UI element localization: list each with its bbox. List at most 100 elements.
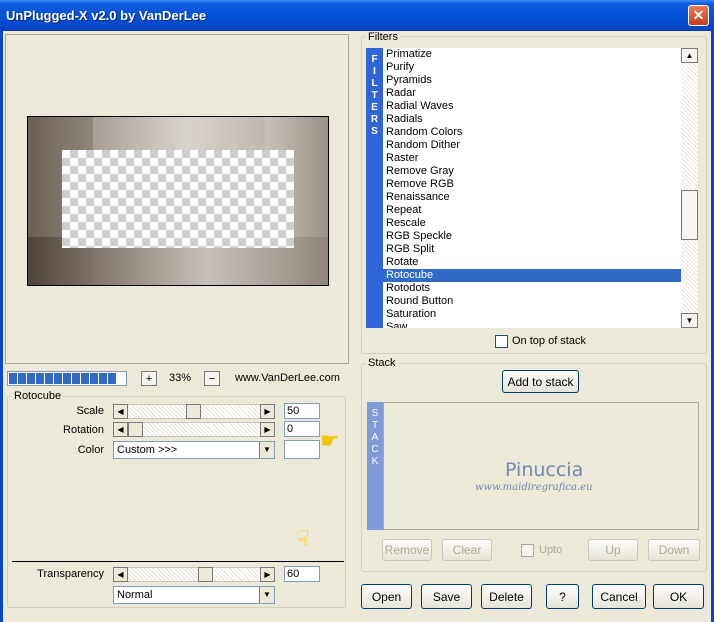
- window-frame-left: [0, 31, 3, 622]
- filter-item[interactable]: Repeat: [383, 204, 681, 217]
- slider-left-arrow-icon[interactable]: ◀: [113, 422, 128, 437]
- open-button[interactable]: Open: [361, 584, 412, 609]
- filter-item[interactable]: Rescale: [383, 217, 681, 230]
- filter-item[interactable]: Radial Waves: [383, 100, 681, 113]
- upto-checkbox[interactable]: [521, 544, 534, 557]
- slider-right-arrow-icon[interactable]: ▶: [260, 567, 275, 582]
- watermark-site: www.maidiregrafica.eu: [475, 482, 593, 493]
- filter-item[interactable]: Random Dither: [383, 139, 681, 152]
- filter-item[interactable]: Saturation: [383, 308, 681, 321]
- transparency-value[interactable]: 60: [284, 566, 320, 582]
- progress-segment: [108, 373, 116, 384]
- progress-segment: [54, 373, 62, 384]
- cancel-button[interactable]: Cancel: [592, 584, 646, 609]
- stack-tab: STACK: [367, 402, 383, 530]
- filter-item[interactable]: Rotocube: [383, 269, 681, 282]
- progress-segment: [63, 373, 71, 384]
- ok-button[interactable]: OK: [653, 584, 704, 609]
- filters-tab-label: FILTERS: [369, 54, 380, 138]
- filter-item[interactable]: Radar: [383, 87, 681, 100]
- scroll-down-arrow-icon[interactable]: ▼: [681, 313, 698, 328]
- stack-group-title: Stack: [366, 357, 398, 369]
- progress-segment: [45, 373, 53, 384]
- progress-segment: [36, 373, 44, 384]
- preview-panel: [5, 34, 349, 364]
- zoom-level: 33%: [168, 372, 192, 384]
- progress-segment: [90, 373, 98, 384]
- scroll-thumb[interactable]: [681, 190, 698, 240]
- filter-item[interactable]: Raster: [383, 152, 681, 165]
- color-label: Color: [77, 444, 104, 456]
- title-bar: UnPlugged-X v2.0 by VanDerLee ✕: [0, 0, 714, 31]
- progress-segment: [99, 373, 107, 384]
- filters-tab: FILTERS: [366, 48, 383, 328]
- filter-item[interactable]: Pyramids: [383, 74, 681, 87]
- scale-value[interactable]: 50: [284, 403, 320, 419]
- save-button[interactable]: Save: [421, 584, 472, 609]
- close-button[interactable]: ✕: [688, 5, 709, 26]
- blend-mode-dropdown[interactable]: Normal ▼: [113, 586, 275, 604]
- up-button[interactable]: Up: [588, 539, 638, 561]
- filter-item[interactable]: Saw: [383, 321, 681, 328]
- pointing-hand-icon: ☟: [296, 526, 310, 551]
- divider: [12, 561, 344, 562]
- filter-item[interactable]: Remove RGB: [383, 178, 681, 191]
- filter-item[interactable]: Round Button: [383, 295, 681, 308]
- filter-item[interactable]: Random Colors: [383, 126, 681, 139]
- transparency-checkerboard: [62, 150, 294, 248]
- filter-list-scrollbar[interactable]: ▲ ▼: [681, 48, 698, 328]
- delete-button[interactable]: Delete: [481, 584, 532, 609]
- scroll-up-arrow-icon[interactable]: ▲: [681, 48, 698, 63]
- on-top-checkbox[interactable]: [495, 335, 508, 348]
- filter-list[interactable]: Primatize Purify Pyramids Radar Radial Waves…: [383, 48, 681, 328]
- filter-item[interactable]: Rotate: [383, 256, 681, 269]
- window-title: UnPlugged-X v2.0 by VanDerLee: [6, 8, 207, 23]
- transparency-slider[interactable]: ◀ ▶: [113, 567, 275, 582]
- filter-item[interactable]: Primatize: [383, 48, 681, 61]
- filter-item[interactable]: RGB Split: [383, 243, 681, 256]
- clear-button[interactable]: Clear: [442, 539, 492, 561]
- color-dropdown[interactable]: Custom >>> ▼: [113, 441, 275, 459]
- remove-button[interactable]: Remove: [382, 539, 432, 561]
- watermark-name: Pinuccia: [505, 459, 584, 481]
- filters-group-title: Filters: [366, 31, 400, 43]
- preview-image: [27, 116, 329, 286]
- zoom-out-button[interactable]: −: [204, 371, 220, 386]
- scale-slider[interactable]: ◀ ▶: [113, 404, 275, 419]
- down-button[interactable]: Down: [648, 539, 700, 561]
- rotation-value[interactable]: 0: [284, 421, 320, 437]
- slider-right-arrow-icon[interactable]: ▶: [260, 404, 275, 419]
- stack-tab-label: STACK: [369, 408, 381, 468]
- slider-thumb[interactable]: [128, 422, 143, 437]
- pointing-hand-icon: ☛: [320, 428, 340, 453]
- slider-left-arrow-icon[interactable]: ◀: [113, 404, 128, 419]
- progress-segment: [81, 373, 89, 384]
- slider-thumb[interactable]: [186, 404, 201, 419]
- filter-item[interactable]: RGB Speckle: [383, 230, 681, 243]
- rotation-label: Rotation: [63, 424, 104, 436]
- progress-segment: [9, 373, 17, 384]
- filter-item[interactable]: Rotodots: [383, 282, 681, 295]
- scale-label: Scale: [76, 405, 104, 417]
- upto-label: Upto: [539, 544, 563, 556]
- slider-thumb[interactable]: [198, 567, 213, 582]
- website-link[interactable]: www.VanDerLee.com: [235, 372, 340, 384]
- slider-left-arrow-icon[interactable]: ◀: [113, 567, 128, 582]
- progress-bar: [7, 371, 127, 386]
- filter-item[interactable]: Radials: [383, 113, 681, 126]
- add-to-stack-button[interactable]: Add to stack: [502, 370, 579, 393]
- blend-mode-value: Normal: [117, 589, 153, 601]
- zoom-in-button[interactable]: +: [141, 371, 157, 386]
- filter-item[interactable]: Renaissance: [383, 191, 681, 204]
- color-dropdown-value: Custom >>>: [117, 444, 178, 456]
- slider-right-arrow-icon[interactable]: ▶: [260, 422, 275, 437]
- progress-segment: [27, 373, 35, 384]
- transparency-label: Transparency: [37, 568, 104, 580]
- rotation-slider[interactable]: ◀ ▶: [113, 422, 275, 437]
- color-swatch[interactable]: [284, 440, 320, 459]
- filter-item[interactable]: Remove Gray: [383, 165, 681, 178]
- progress-segment: [72, 373, 80, 384]
- chevron-down-icon: ▼: [259, 587, 274, 603]
- filter-item[interactable]: Purify: [383, 61, 681, 74]
- help-button[interactable]: ?: [546, 584, 579, 609]
